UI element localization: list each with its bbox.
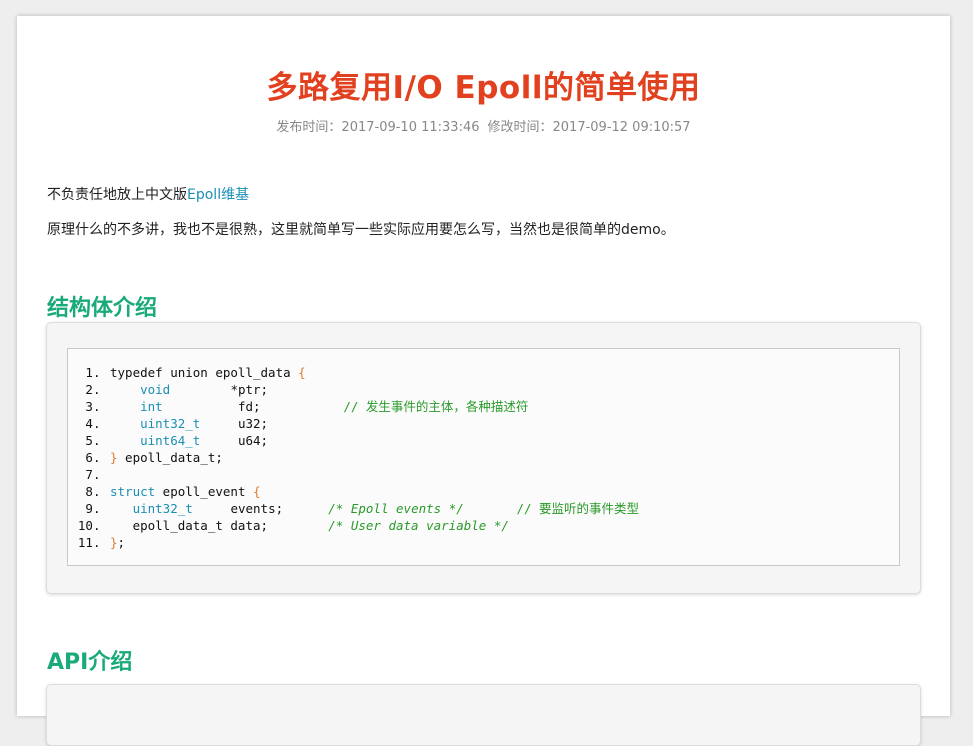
article-meta: 发布时间：2017-09-10 11:33:46 修改时间：2017-09-12 … [17,116,950,135]
code-comment: /* Epoll events */ [328,501,464,516]
code-keyword: uint64_t [140,433,201,448]
code-brace: { [253,484,261,499]
code-block-container: typedef union epoll_data { void *ptr; in… [46,322,921,594]
code-block[interactable]: typedef union epoll_data { void *ptr; in… [67,348,900,566]
code-text: typedef union epoll_data [110,365,299,380]
code-line [108,466,899,483]
code-brace: } [110,535,118,550]
code-text: *ptr; [230,382,269,397]
intro-text: 不负责任地放上中文版 [47,187,187,203]
code-comment: // 要监听的事件类型 [516,501,640,516]
code-text: epoll_data_t data; [132,518,269,533]
code-comment: // 发生事件的主体，各种描述符 [343,399,529,414]
code-text: u64; [237,433,269,448]
code-line: void *ptr; [108,381,899,398]
code-line: typedef union epoll_data { [108,364,899,381]
code-brace: { [298,365,306,380]
article-title: 多路复用I/O Epoll的简单使用 [266,70,701,106]
description-paragraph: 原理什么的不多讲，我也不是很熟，这里就简单写一些实际应用要怎么写，当然也是很简单… [47,222,675,238]
code-text: ; [117,535,126,550]
code-line: struct epoll_event { [108,483,899,500]
code-lines: typedef union epoll_data { void *ptr; in… [68,349,899,551]
epoll-wiki-link[interactable]: Epoll维基 [187,187,249,203]
code-keyword: uint32_t [132,501,193,516]
code-text: events; [230,501,284,516]
code-line: }; [108,534,899,551]
code-comment: /* User data variable */ [328,518,509,533]
code-line: epoll_data_t data; /* User data variable… [108,517,899,534]
section-heading-struct: 结构体介绍 [47,296,158,321]
code-text: epoll_data_t; [117,450,223,465]
modify-time: 修改时间：2017-09-12 09:10:57 [487,120,691,135]
code-line: int fd; // 发生事件的主体，各种描述符 [108,398,899,415]
code-keyword: int [140,399,163,414]
article-page: 多路复用I/O Epoll的简单使用 发布时间：2017-09-10 11:33… [17,16,950,746]
code-block-container-2 [46,684,921,746]
code-text: u32; [237,416,269,431]
code-line: uint32_t events; /* Epoll events */ // 要… [108,500,899,517]
code-text: fd; [237,399,261,414]
code-line: uint64_t u64; [108,432,899,449]
publish-time: 发布时间：2017-09-10 11:33:46 [276,120,480,135]
code-brace: } [110,450,118,465]
code-keyword: uint32_t [140,416,201,431]
code-keyword: void [140,382,171,397]
code-line: } epoll_data_t; [108,449,899,466]
intro-paragraph: 不负责任地放上中文版Epoll维基 [47,184,249,204]
code-keyword: struct [110,484,156,499]
code-text: epoll_event [155,484,253,499]
code-line: uint32_t u32; [108,415,899,432]
section-heading-api: API介绍 [47,650,133,675]
